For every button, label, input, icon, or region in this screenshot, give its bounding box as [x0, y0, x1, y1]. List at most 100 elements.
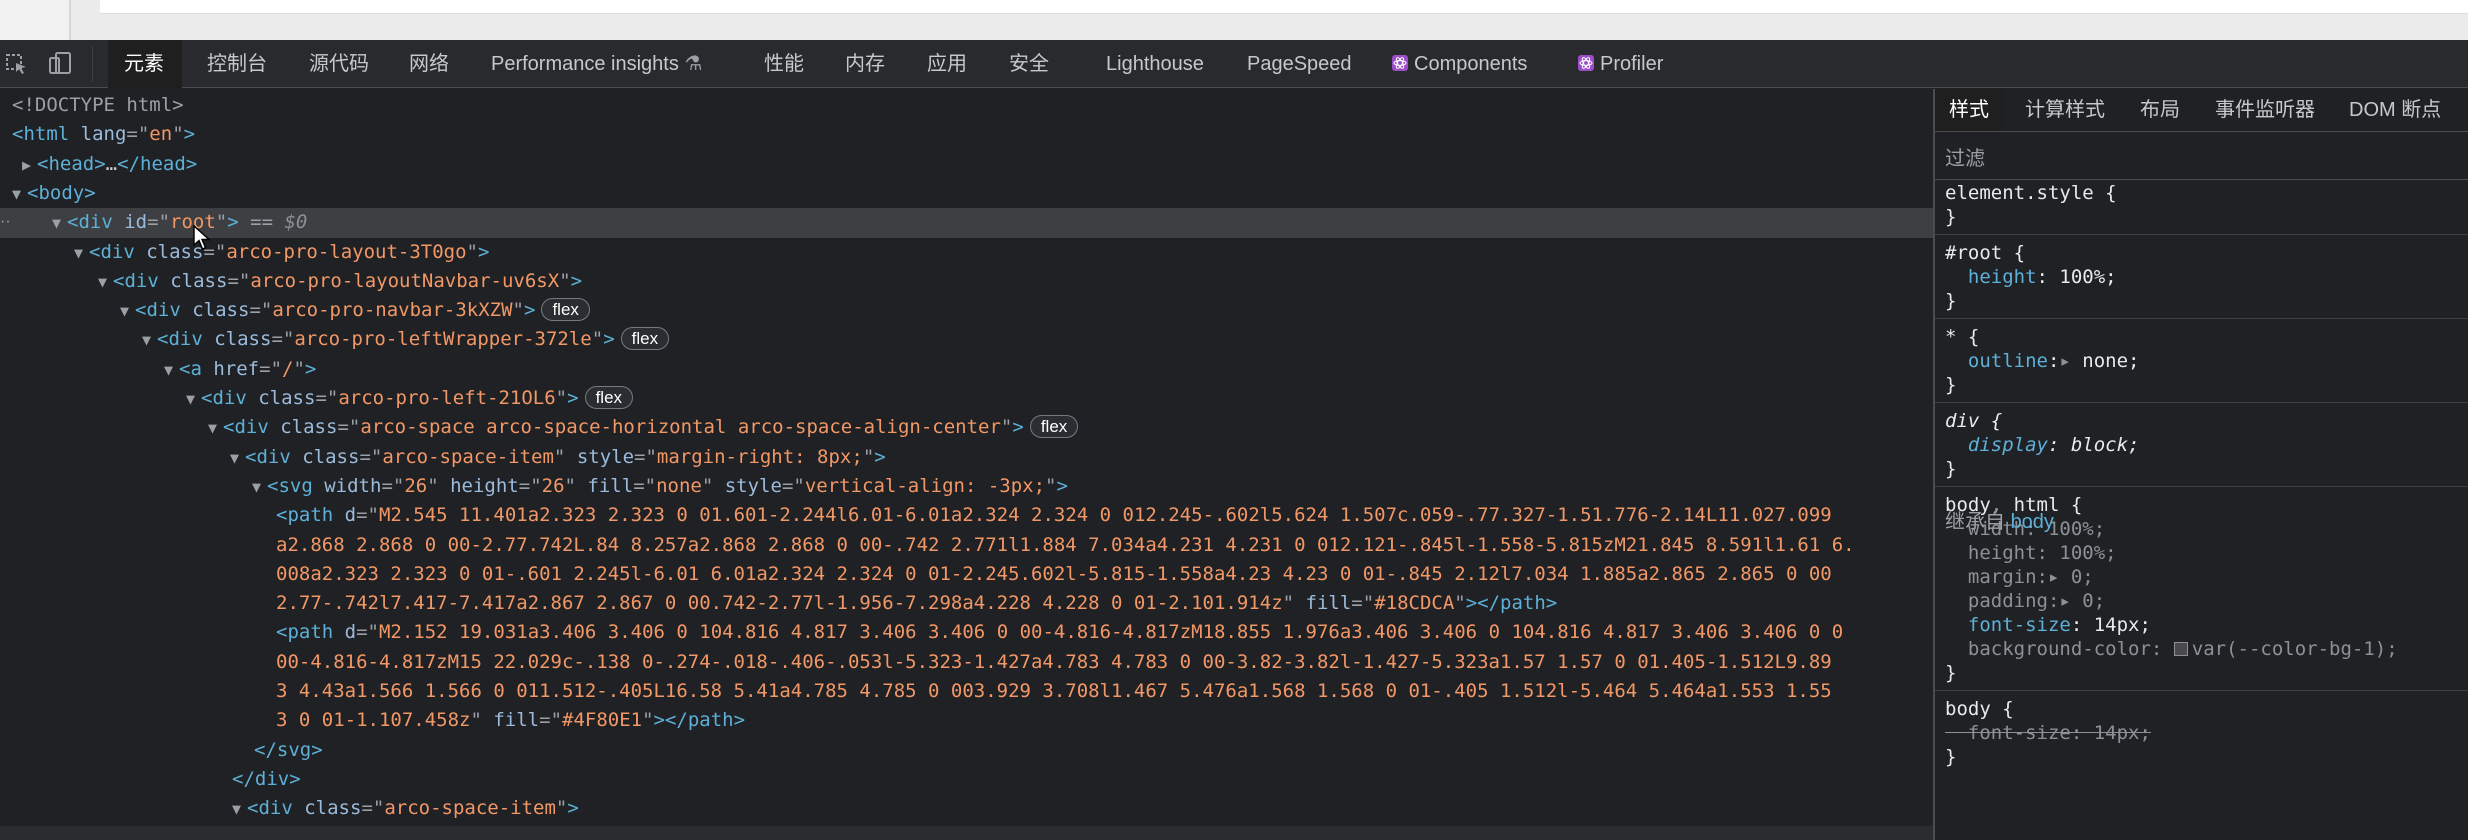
style-rule-line[interactable]: body {: [1945, 697, 2014, 721]
code-token: style: [724, 474, 782, 497]
collapse-arrow-icon[interactable]: ▼: [52, 214, 61, 232]
style-rule-line[interactable]: }: [1945, 289, 1956, 313]
collapse-arrow-icon[interactable]: ▼: [142, 331, 151, 349]
collapse-arrow-icon[interactable]: ▼: [232, 800, 241, 818]
inherited-from-link[interactable]: body: [2011, 511, 2054, 533]
color-swatch-icon[interactable]: [2173, 642, 2188, 656]
tab-profiler[interactable]: Profiler: [1578, 40, 1663, 88]
code-token: <body>: [27, 181, 96, 204]
tab-computed[interactable]: 计算样式: [2025, 89, 2105, 131]
style-rule-line[interactable]: background-color: var(--color-bg-1);: [1945, 637, 2398, 661]
dom-node-line[interactable]: </svg>: [0, 736, 1933, 765]
style-rule-line[interactable]: margin:▸ 0;: [1945, 565, 2094, 589]
style-rule-line[interactable]: padding:▸ 0;: [1945, 589, 2105, 613]
style-rule-line[interactable]: display: block;: [1945, 433, 2140, 457]
horizontal-scrollbar[interactable]: [0, 826, 1933, 840]
elements-tree-panel[interactable]: <!DOCTYPE html> <html lang="en"> ▶ <head>…<…: [0, 89, 1933, 840]
style-rule-line[interactable]: div {: [1945, 409, 2002, 433]
collapse-arrow-icon[interactable]: ▼: [74, 244, 83, 262]
collapse-arrow-icon[interactable]: ▼: [230, 449, 239, 467]
css-token: : 14px;: [2070, 614, 2151, 636]
tab-dom-breakpoints[interactable]: DOM 断点: [2349, 89, 2441, 131]
dom-node-line[interactable]: a2.868 2.868 0 00-2.77.742L.84 8.257a2.8…: [0, 531, 1933, 560]
flex-badge[interactable]: flex: [584, 386, 634, 409]
style-rule-line[interactable]: font-size: 14px;: [1945, 613, 2151, 637]
device-toolbar-icon[interactable]: [48, 52, 74, 76]
expand-shorthand-icon: ▸: [2047, 566, 2060, 588]
style-rule-line[interactable]: element.style {: [1945, 181, 2117, 205]
dom-node-line[interactable]: ▼ <div class="arco-pro-layout-3T0go">: [0, 238, 1933, 268]
inherited-from-label: 继承自 body: [1945, 511, 2054, 533]
tab-event-listeners[interactable]: 事件监听器: [2215, 89, 2315, 131]
dom-node-line[interactable]: 00-4.816-4.817zM15 22.029c-.138 0-.274-.…: [0, 648, 1933, 677]
dom-node-line[interactable]: ▼ <a href="/">: [0, 355, 1933, 385]
tab-performance-insights[interactable]: Performance insights ⚗: [491, 40, 702, 88]
dom-node-line[interactable]: ▼ <svg width="26" height="26" fill="none"…: [0, 472, 1933, 502]
tab-console[interactable]: 控制台: [207, 40, 267, 88]
css-token: }: [1945, 662, 1957, 684]
dom-node-line[interactable]: <path d="M2.545 11.401a2.323 2.323 0 01.…: [0, 501, 1933, 530]
style-rule-line[interactable]: height: 100%;: [1945, 541, 2117, 565]
inspect-element-icon[interactable]: [4, 52, 30, 76]
collapse-arrow-icon[interactable]: ▼: [164, 361, 173, 379]
collapse-arrow-icon[interactable]: ▼: [12, 185, 21, 203]
code-token: 26: [404, 474, 428, 497]
style-rule-line[interactable]: height: 100%;: [1945, 265, 2117, 289]
tab-layout[interactable]: 布局: [2140, 89, 2180, 131]
code-token: ": [512, 299, 524, 322]
dom-node-line[interactable]: 008a2.323 2.323 0 01-.601 2.245l-6.01 6.…: [0, 560, 1933, 589]
expand-arrow-icon[interactable]: ▶: [22, 156, 31, 174]
collapse-arrow-icon[interactable]: ▼: [186, 390, 195, 408]
dom-node-line[interactable]: 3 0 01-1.107.458z" fill="#4F80E1"></path…: [0, 706, 1933, 735]
style-rule-line[interactable]: }: [1945, 205, 1956, 229]
dom-node-line[interactable]: ▼ <div class="arco-space-item">: [0, 794, 1933, 824]
dom-node-line[interactable]: </div>: [0, 765, 1933, 794]
dom-node-line[interactable]: 2.77-.742l7.417-7.417a2.867 2.867 0 00.7…: [0, 589, 1933, 618]
dom-node-line[interactable]: ▼ <div id="root"> == $0: [0, 208, 1933, 239]
flex-badge[interactable]: flex: [620, 327, 670, 351]
code-token: ": [293, 357, 305, 380]
collapse-arrow-icon[interactable]: ▼: [208, 419, 217, 437]
dom-node-line[interactable]: ▼ <div class="arco-space-item" style="mar…: [0, 443, 1933, 473]
collapse-arrow-icon[interactable]: ▼: [98, 273, 107, 291]
tab-elements[interactable]: 元素: [108, 40, 182, 88]
tab-security[interactable]: 安全: [1009, 40, 1049, 88]
flex-badge[interactable]: flex: [1029, 415, 1079, 439]
styles-filter-input[interactable]: 过滤: [1945, 141, 1985, 177]
css-token: font-size: [1945, 614, 2071, 636]
dom-node-line[interactable]: <!DOCTYPE html>: [0, 91, 1933, 120]
style-rule-line[interactable]: }: [1945, 745, 1956, 769]
dom-node-line[interactable]: ▼ <div class="arco-pro-leftWrapper-372le"…: [0, 325, 1933, 355]
style-rule-line[interactable]: }: [1945, 661, 1956, 685]
code-token: </div>: [232, 767, 301, 790]
dom-node-line[interactable]: ▼ <div class="arco-space arco-space-horiz…: [0, 413, 1933, 443]
dom-node-line[interactable]: ▶ <head>…</head>: [0, 150, 1933, 180]
style-rule-line[interactable]: #root {: [1945, 241, 2025, 265]
code-token: =": [381, 474, 405, 497]
tab-application[interactable]: 应用: [927, 40, 967, 88]
collapse-arrow-icon[interactable]: ▼: [120, 302, 129, 320]
code-token: ": [862, 445, 875, 468]
tab-network[interactable]: 网络: [409, 40, 449, 88]
tab-lighthouse[interactable]: Lighthouse: [1106, 40, 1204, 88]
dom-node-line[interactable]: ▼ <div class="arco-pro-left-21OL6"> flex: [0, 384, 1933, 414]
tab-pagespeed[interactable]: PageSpeed: [1247, 40, 1352, 88]
tab-components[interactable]: Components: [1392, 40, 1527, 88]
tab-styles[interactable]: 样式: [1935, 89, 2003, 131]
tab-memory[interactable]: 内存: [845, 40, 885, 88]
dom-node-line[interactable]: <html lang="en">: [0, 120, 1933, 149]
style-rule-line[interactable]: }: [1945, 373, 1956, 397]
dom-node-line[interactable]: 3 4.43a1.566 1.566 0 011.512-.405L16.58 …: [0, 677, 1933, 706]
dom-node-line[interactable]: ▼ <div class="arco-pro-navbar-3kXZW"> flex: [0, 296, 1933, 326]
dom-node-line[interactable]: ▼ <div class="arco-pro-layoutNavbar-uv6sX…: [0, 267, 1933, 297]
style-rule-line[interactable]: * {: [1945, 325, 1979, 349]
flex-badge[interactable]: flex: [541, 298, 590, 322]
tab-performance[interactable]: 性能: [764, 40, 804, 88]
tab-sources[interactable]: 源代码: [309, 40, 369, 88]
style-rule-line[interactable]: outline:▸ none;: [1945, 349, 2140, 373]
style-rule-line[interactable]: }: [1945, 457, 1956, 481]
dom-node-line[interactable]: ▼ <body>: [0, 179, 1933, 209]
collapse-arrow-icon[interactable]: ▼: [252, 478, 261, 496]
dom-node-line[interactable]: <path d="M2.152 19.031a3.406 3.406 0 104…: [0, 618, 1933, 647]
style-rule-line[interactable]: font-size: 14px;: [1945, 721, 2151, 745]
